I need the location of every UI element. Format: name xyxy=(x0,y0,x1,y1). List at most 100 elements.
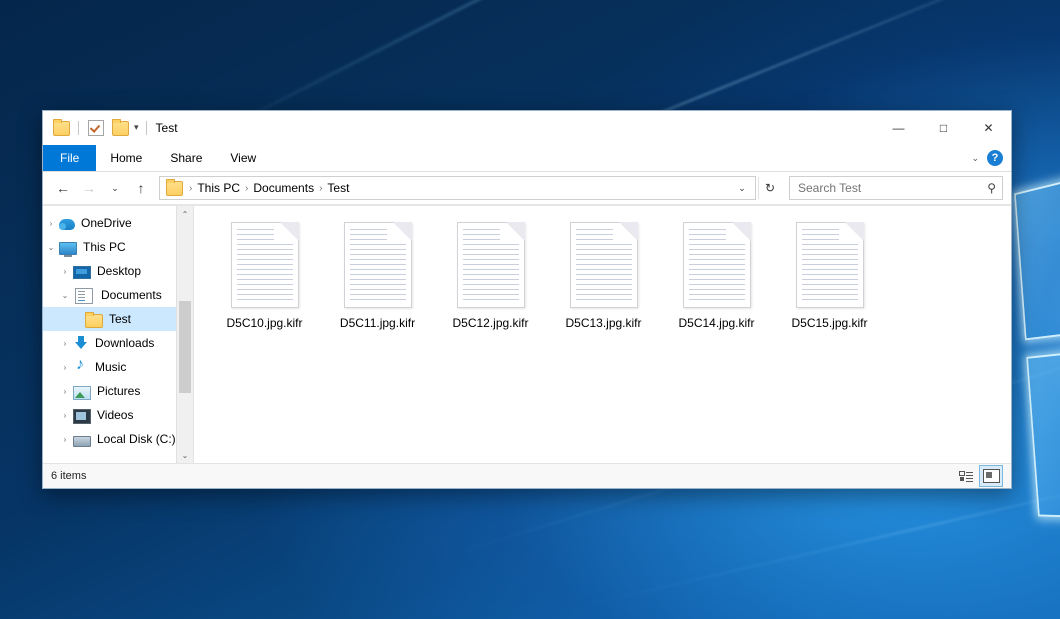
breadcrumb-separator: › xyxy=(189,183,192,194)
chevron-right-icon[interactable]: › xyxy=(57,387,73,396)
chevron-down-icon[interactable]: ⌄ xyxy=(733,183,751,194)
file-item[interactable]: D5C12.jpg.kifr xyxy=(434,218,547,344)
search-input[interactable] xyxy=(796,180,960,196)
logo-pane xyxy=(1026,350,1060,519)
file-name-label: D5C13.jpg.kifr xyxy=(565,316,641,330)
generic-file-icon xyxy=(683,222,751,308)
file-item[interactable]: D5C13.jpg.kifr xyxy=(547,218,660,344)
search-icon[interactable]: ⚲ xyxy=(987,181,996,195)
quick-access-toolbar[interactable]: ▾ xyxy=(43,118,150,138)
generic-file-icon xyxy=(457,222,525,308)
minimize-button[interactable]: — xyxy=(876,111,921,145)
breadcrumb-item-this-pc[interactable]: This PC xyxy=(194,181,243,195)
wallpaper-glow xyxy=(1010,160,1060,500)
chevron-right-icon[interactable]: › xyxy=(57,363,73,372)
chevron-right-icon[interactable]: › xyxy=(57,411,73,420)
videos-icon xyxy=(73,409,91,424)
tab-share[interactable]: Share xyxy=(156,145,216,171)
windows-logo-watermark xyxy=(1014,149,1060,557)
title-bar[interactable]: ▾ Test — □ ✕ xyxy=(43,111,1011,145)
chevron-down-icon[interactable]: ▾ xyxy=(134,123,139,134)
tab-view[interactable]: View xyxy=(216,145,270,171)
chevron-right-icon[interactable]: › xyxy=(57,267,73,276)
breadcrumb[interactable]: › This PC › Documents › Test ⌄ xyxy=(159,176,756,200)
toolbar-divider xyxy=(78,121,79,135)
back-button[interactable]: ← xyxy=(51,176,75,200)
details-view-button[interactable] xyxy=(955,466,977,486)
sidebar-item-label: Pictures xyxy=(97,384,140,398)
sidebar-item-test[interactable]: Test xyxy=(43,307,193,331)
ribbon-tab-bar: File Home Share View ⌄ ? xyxy=(43,145,1011,172)
close-button[interactable]: ✕ xyxy=(966,111,1011,145)
sidebar-item-onedrive[interactable]: › OneDrive xyxy=(43,211,193,235)
sidebar-item-label: Documents xyxy=(101,288,162,302)
large-icons-view-button[interactable] xyxy=(979,465,1003,487)
breadcrumb-separator: › xyxy=(245,183,248,194)
chevron-down-icon[interactable]: ⌄ xyxy=(971,153,979,164)
breadcrumb-item-test[interactable]: Test xyxy=(324,181,352,195)
large-icons-view-icon xyxy=(983,469,1000,483)
sidebar-item-label: Videos xyxy=(97,408,133,422)
sidebar-item-label: Test xyxy=(109,312,131,326)
sidebar-item-music[interactable]: › Music xyxy=(43,355,193,379)
up-button[interactable]: ↑ xyxy=(129,176,153,200)
breadcrumb-item-documents[interactable]: Documents xyxy=(250,181,317,195)
forward-button[interactable]: → xyxy=(77,176,101,200)
maximize-button[interactable]: □ xyxy=(921,111,966,145)
chevron-right-icon[interactable]: › xyxy=(43,219,59,228)
generic-file-icon xyxy=(344,222,412,308)
file-item[interactable]: D5C15.jpg.kifr xyxy=(773,218,886,344)
refresh-button[interactable]: ↻ xyxy=(758,177,781,199)
music-icon xyxy=(73,359,89,375)
toolbar-divider xyxy=(146,121,147,135)
file-item[interactable]: D5C10.jpg.kifr xyxy=(208,218,321,344)
file-name-label: D5C15.jpg.kifr xyxy=(791,316,867,330)
sidebar-item-label: Downloads xyxy=(95,336,154,350)
desktop-icon xyxy=(73,266,91,279)
chevron-right-icon[interactable]: › xyxy=(57,435,73,444)
computer-icon xyxy=(59,242,77,255)
details-view-icon xyxy=(959,471,973,482)
sidebar-item-local-disk-c[interactable]: › Local Disk (C:) xyxy=(43,427,193,451)
file-name-label: D5C14.jpg.kifr xyxy=(678,316,754,330)
tab-home[interactable]: Home xyxy=(96,145,156,171)
help-icon[interactable]: ? xyxy=(987,150,1003,166)
sidebar-item-label: Music xyxy=(95,360,126,374)
file-list-pane[interactable]: D5C10.jpg.kifr D5C11.jpg.kifr D5C12.jpg.… xyxy=(194,206,1011,463)
sidebar-item-this-pc[interactable]: ⌄ This PC xyxy=(43,235,193,259)
sidebar-item-pictures[interactable]: › Pictures xyxy=(43,379,193,403)
pictures-icon xyxy=(73,386,91,400)
sidebar-item-downloads[interactable]: › Downloads xyxy=(43,331,193,355)
chevron-down-icon[interactable]: ⌄ xyxy=(57,291,73,300)
file-item[interactable]: D5C11.jpg.kifr xyxy=(321,218,434,344)
wallpaper-light-ray xyxy=(560,471,1060,612)
generic-file-icon xyxy=(231,222,299,308)
sidebar-item-label: This PC xyxy=(83,240,126,254)
scroll-down-icon[interactable]: ⌄ xyxy=(177,447,193,463)
file-item[interactable]: D5C14.jpg.kifr xyxy=(660,218,773,344)
scroll-up-icon[interactable]: ⌃ xyxy=(177,206,193,222)
scrollbar-thumb[interactable] xyxy=(179,301,191,393)
recent-locations-icon[interactable]: ⌄ xyxy=(103,176,127,200)
new-folder-icon[interactable] xyxy=(110,118,130,138)
file-grid: D5C10.jpg.kifr D5C11.jpg.kifr D5C12.jpg.… xyxy=(208,218,1011,344)
tab-file[interactable]: File xyxy=(43,145,96,171)
navigation-pane: › OneDrive ⌄ This PC › Desktop ⌄ xyxy=(43,206,194,463)
sidebar-item-videos[interactable]: › Videos xyxy=(43,403,193,427)
chevron-down-icon[interactable]: ⌄ xyxy=(43,243,59,252)
navigation-tree: › OneDrive ⌄ This PC › Desktop ⌄ xyxy=(43,206,193,451)
search-box[interactable]: ⚲ xyxy=(789,176,1003,200)
address-bar: ← → ⌄ ↑ › This PC › Documents › Test ⌄ ↻… xyxy=(43,172,1011,205)
folder-icon xyxy=(166,181,183,196)
navigation-pane-scrollbar[interactable]: ⌃ ⌄ xyxy=(176,206,193,463)
chevron-right-icon[interactable]: › xyxy=(57,339,73,348)
properties-checkbox-icon[interactable] xyxy=(86,118,106,138)
downloads-icon xyxy=(73,335,89,351)
sidebar-item-documents[interactable]: ⌄ Documents xyxy=(43,283,193,307)
folder-icon[interactable] xyxy=(51,118,71,138)
view-mode-buttons xyxy=(955,465,1003,487)
hard-drive-icon xyxy=(73,436,91,447)
sidebar-item-desktop[interactable]: › Desktop xyxy=(43,259,193,283)
folder-icon xyxy=(85,314,103,328)
sidebar-item-label: Desktop xyxy=(97,264,141,278)
